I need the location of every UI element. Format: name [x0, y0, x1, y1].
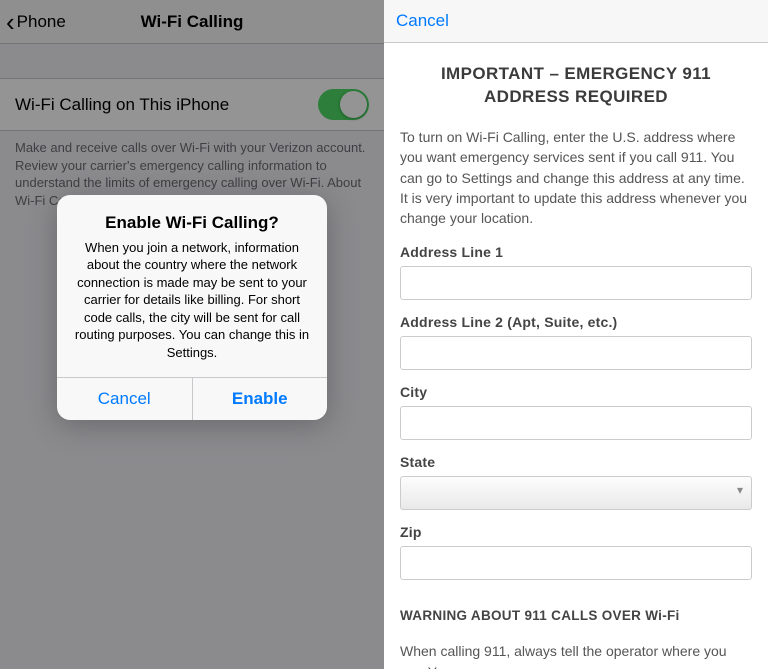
warning-heading: WARNING ABOUT 911 CALLS OVER Wi-Fi [400, 608, 752, 623]
address2-label: Address Line 2 (Apt, Suite, etc.) [400, 314, 752, 330]
alert-title: Enable Wi-Fi Calling? [73, 212, 311, 232]
enable-wifi-calling-alert: Enable Wi-Fi Calling? When you join a ne… [57, 194, 327, 420]
warning-body: When calling 911, always tell the operat… [400, 641, 752, 669]
alert-enable-button[interactable]: Enable [192, 378, 328, 420]
city-input[interactable] [400, 406, 752, 440]
cancel-button[interactable]: Cancel [396, 11, 449, 31]
emergency-title: IMPORTANT – EMERGENCY 911 ADDRESS REQUIR… [400, 63, 752, 109]
alert-message: When you join a network, information abo… [73, 238, 311, 361]
zip-input[interactable] [400, 546, 752, 580]
nav-bar: Cancel [384, 0, 768, 43]
emergency-intro: To turn on Wi-Fi Calling, enter the U.S.… [400, 127, 752, 228]
state-label: State [400, 454, 752, 470]
e911-address-pane: Cancel IMPORTANT – EMERGENCY 911 ADDRESS… [384, 0, 768, 669]
address2-input[interactable] [400, 336, 752, 370]
state-select[interactable] [400, 476, 752, 510]
address1-input[interactable] [400, 266, 752, 300]
settings-pane: ‹ Phone Wi-Fi Calling Wi-Fi Calling on T… [0, 0, 384, 669]
zip-label: Zip [400, 524, 752, 540]
address1-label: Address Line 1 [400, 244, 752, 260]
alert-cancel-button[interactable]: Cancel [57, 378, 192, 420]
city-label: City [400, 384, 752, 400]
